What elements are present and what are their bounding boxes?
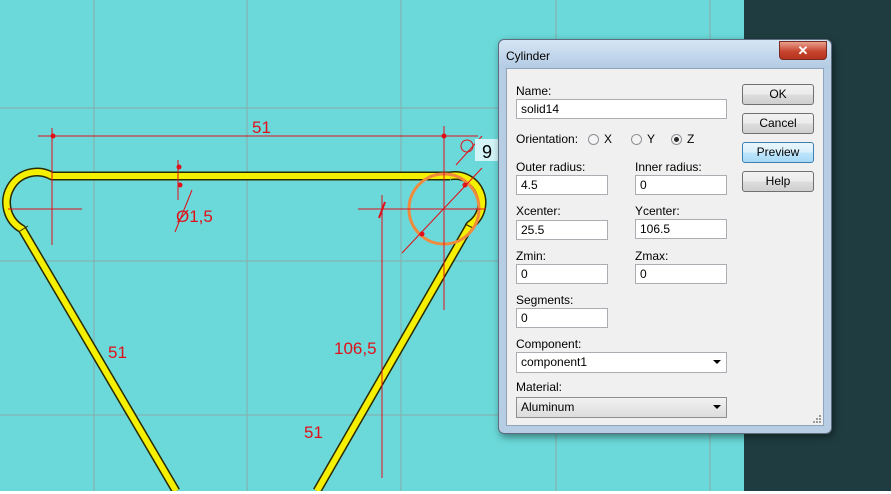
dialog-client: Name: Orientation: X Y Z Outer radius: I… — [506, 68, 824, 426]
inner-radius-input[interactable] — [635, 175, 727, 195]
radio-z-indicator — [671, 134, 682, 145]
zmax-input[interactable] — [635, 264, 727, 284]
material-label: Material: — [516, 380, 563, 394]
orientation-x-radio[interactable]: X — [588, 132, 612, 146]
ycenter-label: Ycenter: — [635, 204, 680, 218]
ycenter-input[interactable] — [635, 219, 727, 239]
material-value: Aluminum — [521, 400, 575, 414]
orientation-label: Orientation: — [516, 132, 579, 146]
material-select[interactable]: Aluminum — [516, 397, 727, 418]
zmin-input[interactable] — [516, 264, 608, 284]
dialog-title: Cylinder — [506, 49, 551, 63]
component-value: component1 — [521, 355, 588, 369]
zmax-label: Zmax: — [635, 249, 669, 263]
dimension-radius-label: 9 — [482, 142, 492, 162]
xcenter-input[interactable] — [516, 220, 608, 240]
close-icon: ✕ — [797, 43, 809, 58]
orientation-x-label: X — [604, 132, 613, 146]
dimension-right-side-length: 51 — [304, 423, 323, 442]
preview-button[interactable]: Preview — [742, 142, 814, 163]
name-label: Name: — [516, 84, 552, 98]
orientation-y-label: Y — [647, 132, 656, 146]
segments-input[interactable] — [516, 308, 608, 328]
dimension-top-length: 51 — [252, 118, 271, 137]
cylinder-dialog: Cylinder ✕ Name: Orientation: X Y Z Oute… — [498, 39, 832, 434]
dimension-left-side-length: 51 — [108, 343, 127, 362]
close-button[interactable]: ✕ — [779, 41, 827, 60]
cancel-button[interactable]: Cancel — [742, 113, 814, 134]
orientation-y-radio[interactable]: Y — [631, 132, 655, 146]
orientation-z-label: Z — [687, 132, 695, 146]
dialog-titlebar[interactable]: Cylinder ✕ — [499, 40, 831, 68]
dimension-center-height: 106,5 — [334, 339, 377, 358]
component-label: Component: — [516, 337, 582, 351]
component-select[interactable]: component1 — [516, 352, 727, 373]
zmin-label: Zmin: — [516, 249, 546, 263]
name-input[interactable] — [516, 99, 727, 119]
outer-radius-input[interactable] — [516, 175, 608, 195]
radio-y-indicator — [631, 134, 642, 145]
dimension-tube-diameter: Ø1,5 — [176, 207, 213, 226]
xcenter-label: Xcenter: — [516, 204, 561, 218]
outer-radius-label: Outer radius: — [516, 160, 586, 174]
ok-button[interactable]: OK — [742, 84, 814, 105]
radio-x-indicator — [588, 134, 599, 145]
segments-label: Segments: — [516, 293, 574, 307]
resize-grip-icon[interactable] — [812, 414, 822, 424]
chevron-down-icon — [713, 405, 721, 409]
chevron-down-icon — [713, 360, 721, 364]
orientation-z-radio[interactable]: Z — [671, 132, 694, 146]
inner-radius-label: Inner radius: — [635, 160, 702, 174]
help-button[interactable]: Help — [742, 171, 814, 192]
